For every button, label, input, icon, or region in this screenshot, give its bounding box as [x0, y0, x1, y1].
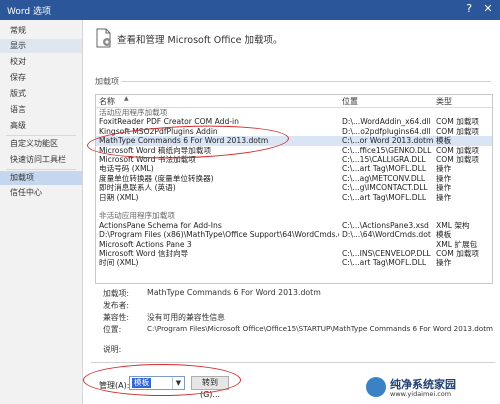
cell-name: Microsoft Actions Pane 3 [99, 239, 192, 249]
sidebar-item-addins[interactable]: 加载项 [0, 171, 82, 185]
table-row[interactable]: 日期 (XML) C:\...art Tag\MOFL.DLL 操作 [96, 193, 492, 202]
cell-type: 操作 [436, 164, 452, 174]
sidebar-item-trust-center[interactable]: 信任中心 [0, 186, 82, 200]
close-icon[interactable]: ✕ [480, 2, 496, 16]
cell-name: ActionsPane Schema for Add-Ins [99, 220, 222, 230]
cell-name: 日期 (XML) [99, 192, 139, 202]
cell-type: 模板 [436, 230, 452, 240]
sidebar-item-save[interactable]: 保存 [0, 71, 82, 85]
table-group-header: 活动应用程序加载项 [96, 108, 492, 117]
cell-location: C:\...15\CALLIGRA.DLL [342, 155, 426, 164]
column-header-type[interactable]: 类型 [436, 96, 452, 107]
cell-location: C:\...\ActionsPane3.xsd [342, 220, 429, 230]
annotation-ellipse [83, 364, 241, 396]
cell-location: D:\...\64\WordCmds.dot [342, 230, 431, 240]
sidebar-divider [6, 135, 76, 136]
cell-name: 即时消息联系人 (英语) [99, 183, 176, 193]
sidebar-item-quick-access-toolbar[interactable]: 快速访问工具栏 [0, 153, 82, 167]
sidebar-item-customize-ribbon[interactable]: 自定义功能区 [0, 137, 82, 151]
cell-name: 电话号码 (XML) [99, 164, 154, 174]
cell-type: 操作 [436, 173, 452, 183]
cell-type: 操作 [436, 192, 452, 202]
table-row[interactable]: D:\Program Files (x86)\MathType\Office S… [96, 230, 492, 239]
table-row[interactable]: Microsoft Word 信封向导 C:\...INS\CENVELOP.DL… [96, 249, 492, 258]
page-description: 查看和管理 Microsoft Office 加载项。 [117, 35, 283, 46]
sidebar-nav: 常规 显示 校对 保存 版式 语言 高级 自定义功能区 快速访问工具栏 加载项 … [0, 20, 83, 404]
cell-name: 活动应用程序加载项 [99, 108, 168, 117]
sidebar-item-proofing[interactable]: 校对 [0, 55, 82, 69]
help-icon[interactable]: ? [461, 2, 477, 16]
cell-location: C:\...art Tag\MOFL.DLL [342, 164, 427, 174]
cell-name: D:\Program Files (x86)\MathType\Office S… [99, 230, 339, 240]
cell-type: COM 加载项 [436, 155, 480, 164]
table-row[interactable]: 即时消息联系人 (英语) C:\...g\IMCONTACT.DLL 操作 [96, 183, 492, 192]
cell-type: XML 扩展包 [436, 239, 478, 249]
cell-location: C:\...INS\CENVELOP.DLL [342, 249, 431, 258]
cell-type: COM 加载项 [436, 126, 480, 136]
cell-name: 时间 (XML) [99, 258, 139, 268]
table-row[interactable]: FoxitReader PDF Creator COM Add-in D:\...… [96, 117, 492, 126]
cell-type: COM 加载项 [436, 145, 480, 155]
watermark-url: www.yidaimei.com [390, 390, 452, 398]
cell-type: COM 加载项 [436, 249, 480, 258]
sidebar-item-general[interactable]: 常规 [0, 24, 82, 38]
cell-location: C:\...art Tag\MOFL.DLL [342, 258, 427, 268]
main-panel: 查看和管理 Microsoft Office 加载项。 加载项 名称 ▲ 位置 … [83, 20, 500, 404]
cell-location: D:\...WordAddin_x64.dll [342, 117, 431, 127]
cell-name: 非活动应用程序加载项 [99, 211, 175, 221]
watermark-logo-icon [366, 377, 386, 397]
cell-name: 度量单位转换器 (度量单位转换器) [99, 173, 214, 183]
table-row[interactable]: Microsoft Actions Pane 3 XML 扩展包 [96, 240, 492, 249]
sidebar-item-advanced[interactable]: 高级 [0, 119, 82, 133]
sidebar-divider [6, 169, 76, 170]
bottom-divider [91, 362, 495, 363]
table-row[interactable]: 时间 (XML) C:\...art Tag\MOFL.DLL 操作 [96, 258, 492, 267]
cell-location: C:\...art Tag\MOFL.DLL [342, 192, 427, 202]
cell-type: XML 架构 [436, 220, 470, 230]
table-header: 名称 ▲ 位置 类型 [96, 95, 492, 108]
section-label: 加载项 [95, 77, 119, 86]
table-row[interactable]: ActionsPane Schema for Add-Ins C:\...\Act… [96, 221, 492, 230]
table-row[interactable]: 度量单位转换器 (度量单位转换器) C:\...ag\METCONV.DLL 操作 [96, 174, 492, 183]
watermark: 纯净系统家园 www.yidaimei.com [366, 376, 494, 400]
cell-location: C:\...g\IMCONTACT.DLL [342, 183, 428, 193]
cell-type: 操作 [436, 183, 452, 193]
sort-ascending-icon: ▲ [124, 95, 129, 102]
cell-location: D:\...o2pdfplugins64.dll [342, 126, 431, 136]
section-divider [121, 81, 491, 82]
cell-type: COM 加载项 [436, 117, 480, 127]
title-bar: Word 选项 ? ✕ [0, 0, 500, 20]
column-header-location[interactable]: 位置 [342, 96, 358, 107]
cell-location: C:\...ag\METCONV.DLL [342, 173, 426, 183]
sidebar-item-language[interactable]: 语言 [0, 103, 82, 117]
cell-type: 操作 [436, 258, 452, 268]
sidebar-item-layout[interactable]: 版式 [0, 87, 82, 101]
addins-table: 名称 ▲ 位置 类型 活动应用程序加载项 FoxitReader PDF Crea… [95, 94, 493, 284]
table-row[interactable]: 电话号码 (XML) C:\...art Tag\MOFL.DLL 操作 [96, 164, 492, 173]
column-header-name[interactable]: 名称 [99, 96, 115, 107]
cell-name: Microsoft Word 信封向导 [99, 249, 189, 258]
addin-page-icon [96, 28, 111, 48]
cell-location: C:\...ffice15\GENKO.DLL [342, 145, 432, 155]
cell-location: C:\...or Word 2013.dotm [342, 136, 434, 146]
window-title: Word 选项 [7, 7, 51, 17]
table-group-header: 非活动应用程序加载项 [96, 211, 492, 220]
table-row[interactable] [96, 202, 492, 211]
cell-type: 模板 [436, 136, 452, 146]
sidebar-item-display[interactable]: 显示 [0, 39, 82, 53]
